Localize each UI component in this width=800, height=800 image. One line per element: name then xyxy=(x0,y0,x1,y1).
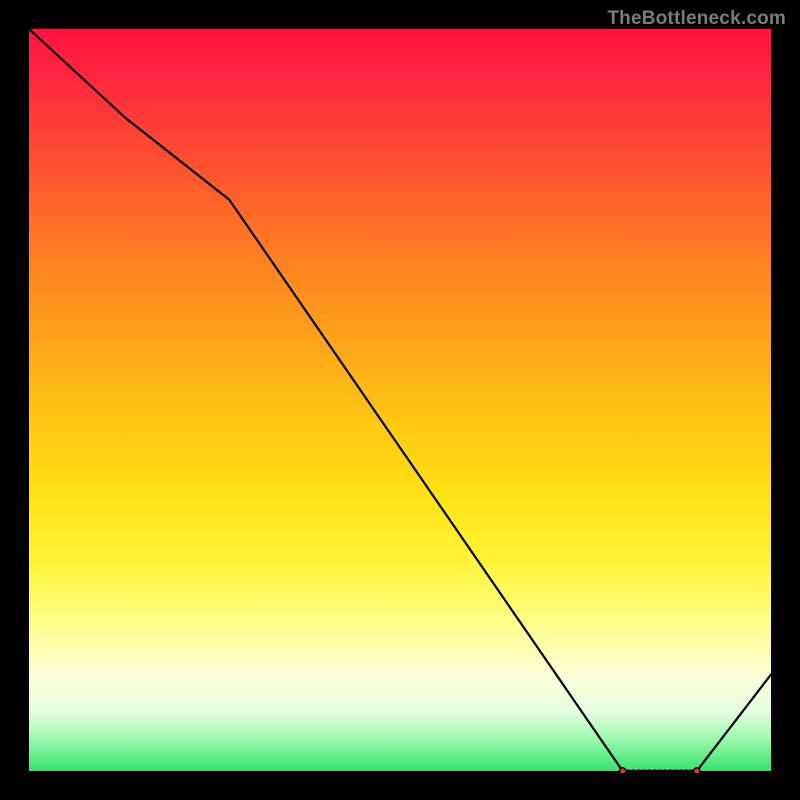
flat-region-dot xyxy=(648,770,650,772)
flat-region-dot xyxy=(619,768,625,774)
chart-overlay xyxy=(29,29,771,771)
flat-region-dot xyxy=(685,770,687,772)
chart-stage: TheBottleneck.com xyxy=(0,0,800,800)
flat-region-dot xyxy=(691,770,693,772)
flat-region-dot xyxy=(664,770,666,772)
flat-region-dot xyxy=(643,770,645,772)
flat-region-dot xyxy=(653,770,655,772)
flat-region-dot xyxy=(694,768,700,774)
flat-region-dot xyxy=(680,770,682,772)
flat-region-dot xyxy=(675,770,677,772)
flat-region-dot xyxy=(669,770,671,772)
bottleneck-curve xyxy=(29,29,771,771)
flat-region-dot xyxy=(638,770,640,772)
flat-region-dot xyxy=(659,770,661,772)
flat-region-dot xyxy=(632,770,634,772)
watermark-text: TheBottleneck.com xyxy=(607,8,786,30)
flat-region-dot xyxy=(627,770,629,772)
